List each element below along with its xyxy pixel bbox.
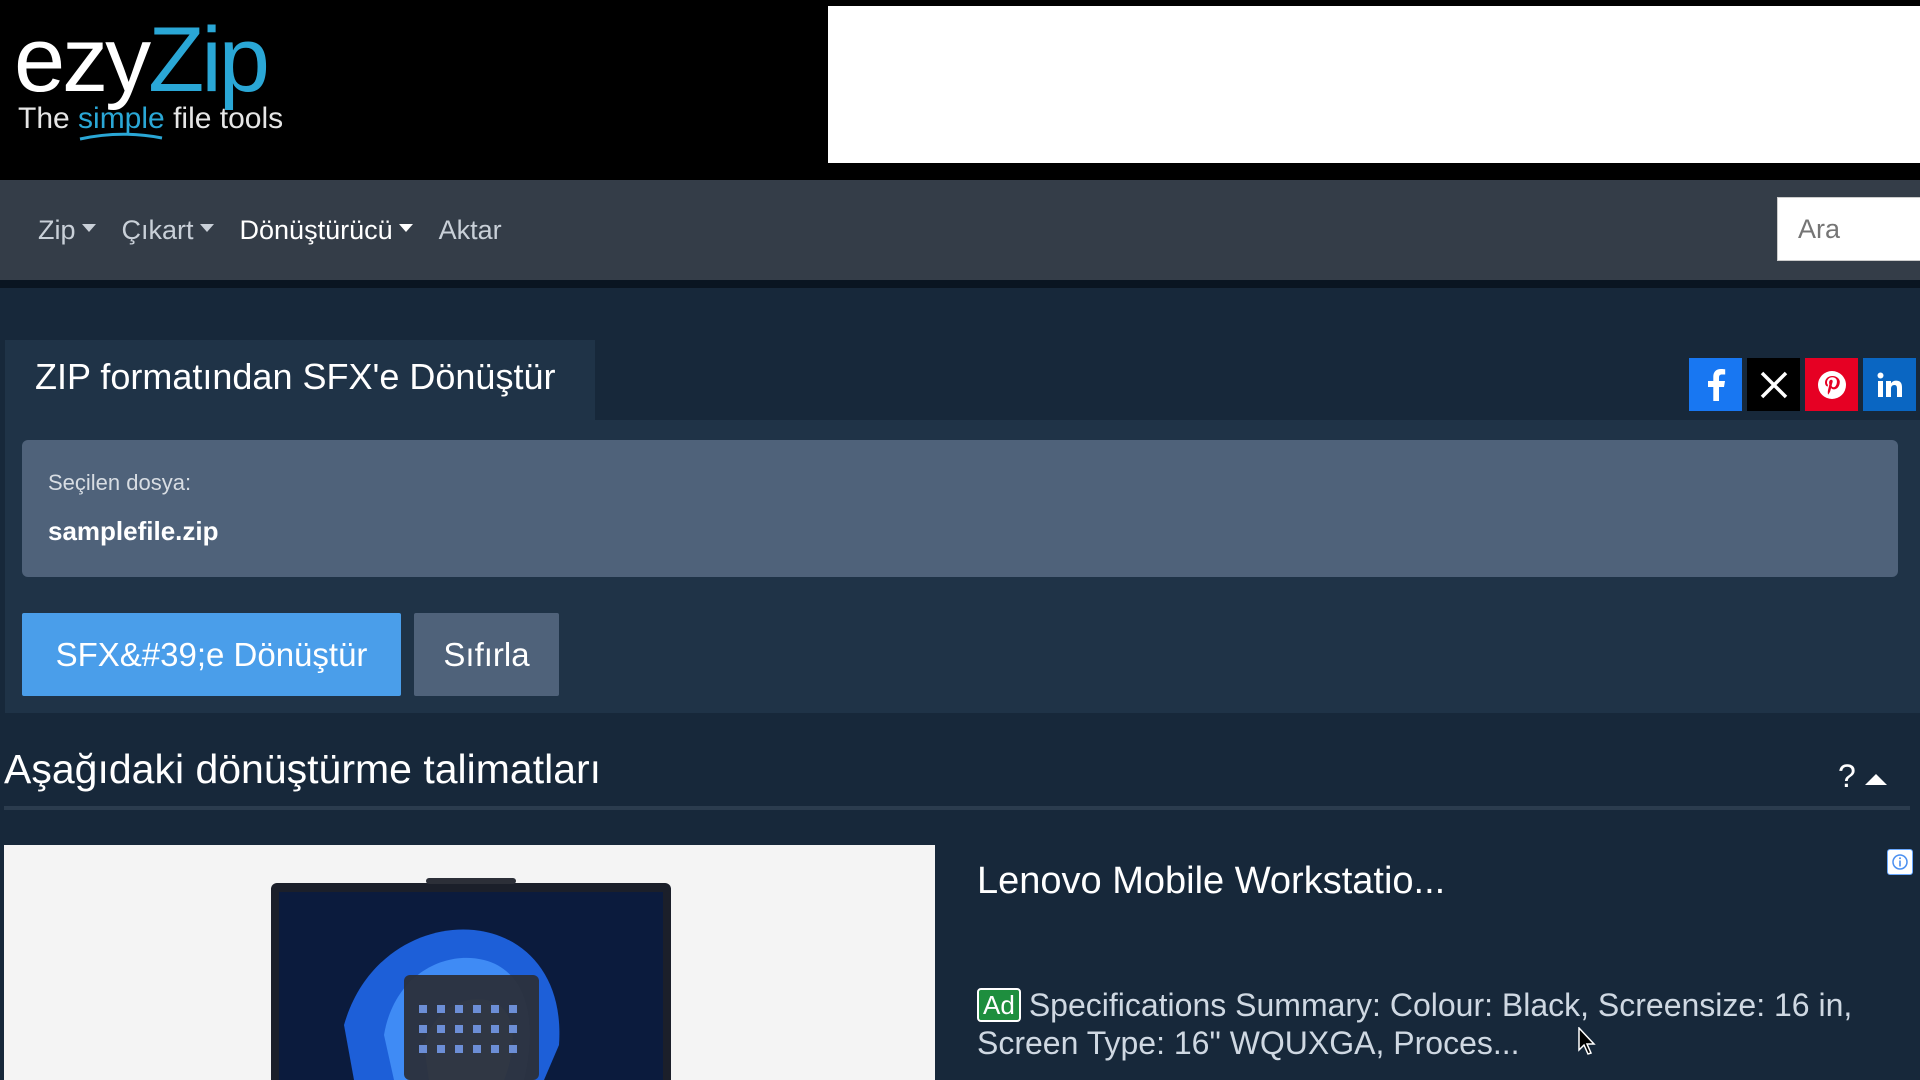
convert-button[interactable]: SFX&#39;e Dönüştür [22,613,401,696]
laptop-image [271,878,671,1080]
site-logo[interactable]: ezyZip The simple file tools [14,9,283,141]
collapse-arrow-icon[interactable] [1865,774,1887,785]
pinterest-share-button[interactable] [1805,358,1858,411]
facebook-share-button[interactable] [1689,358,1742,411]
ad-description-text: Specifications Summary: Colour: Black, S… [977,987,1853,1061]
ad-badge: Ad [977,988,1021,1022]
selected-file-name: samplefile.zip [48,516,219,546]
navbar-divider [0,280,1920,288]
facebook-icon [1707,368,1725,401]
x-share-button[interactable] [1747,358,1800,411]
linkedin-share-button[interactable] [1863,358,1916,411]
ad-product-image[interactable] [4,845,935,1080]
x-icon [1760,371,1787,398]
ad-title[interactable]: Lenovo Mobile Workstatio... [977,860,1445,903]
selected-file-label: Seçilen dosya: [48,470,192,495]
tool-tab: ZIP formatından SFX'e Dönüştür [5,340,595,420]
reset-button[interactable]: Sıfırla [414,613,559,696]
mouse-cursor-icon [1578,1027,1596,1055]
site-header: ezyZip The simple file tools [0,0,1920,180]
nav-extract[interactable]: Çıkart [122,215,214,246]
chevron-down-icon [81,224,96,232]
ad-description[interactable]: Ad Specifications Summary: Colour: Black,… [977,986,1857,1062]
search-input[interactable] [1777,197,1920,261]
selected-file-box: Seçilen dosya: samplefile.zip [22,440,1898,577]
help-icon[interactable]: ? [1838,758,1856,795]
chevron-down-icon [398,224,413,232]
nav-converter[interactable]: Dönüştürücü [240,215,413,246]
chevron-down-icon [199,224,214,232]
tool-title: ZIP formatından SFX'e Dönüştür [35,356,556,397]
logo-wordmark: ezyZip [14,9,270,111]
linkedin-icon [1877,372,1902,397]
instructions-heading: Aşağıdaki dönüştürme talimatları [4,746,602,792]
top-advertisement[interactable] [828,6,1920,163]
nav-zip[interactable]: Zip [38,215,96,246]
logo-tagline: The simple file tools [18,102,283,141]
nav-transfer[interactable]: Aktar [439,215,502,246]
pinterest-icon [1817,370,1846,399]
ad-info-icon[interactable] [1887,849,1913,875]
main-navbar: Zip Çıkart Dönüştürücü Aktar [0,180,1920,280]
instructions-divider [4,806,1910,810]
